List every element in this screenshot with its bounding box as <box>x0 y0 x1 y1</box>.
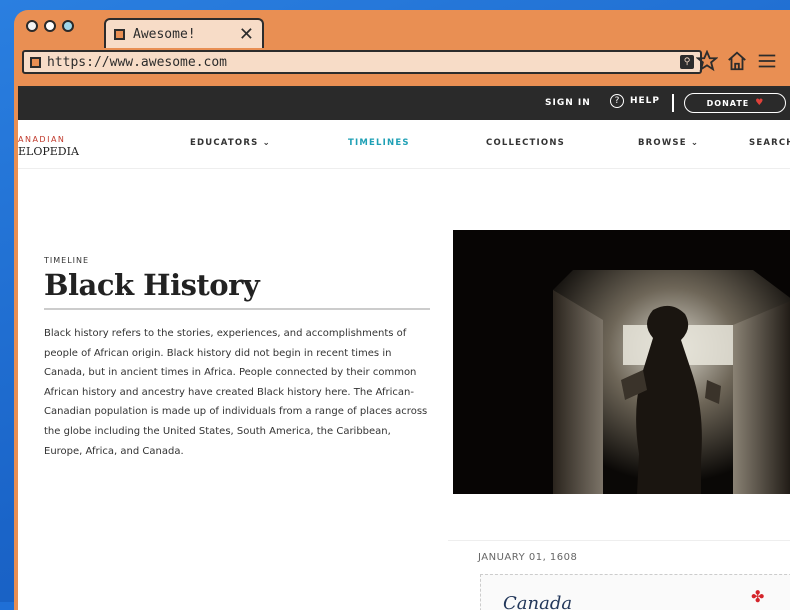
browser-tab[interactable]: Awesome! ✕ <box>104 18 264 48</box>
browser-window: Awesome! ✕ https://www.awesome.com ⚲ SIG… <box>14 10 790 610</box>
maximize-window-button[interactable] <box>62 20 74 32</box>
help-link[interactable]: ? HELP <box>610 94 660 108</box>
help-label: HELP <box>630 96 661 106</box>
tab-close-icon[interactable]: ✕ <box>239 24 254 45</box>
help-icon: ? <box>610 94 624 108</box>
donate-button[interactable]: DONATE ♥ <box>684 93 786 113</box>
sign-in-link[interactable]: SIGN IN <box>545 98 591 108</box>
home-icon[interactable] <box>726 50 748 72</box>
star-icon[interactable] <box>696 50 718 72</box>
window-controls <box>26 20 74 32</box>
url-text[interactable]: https://www.awesome.com <box>47 55 680 70</box>
favicon-icon <box>114 28 125 40</box>
nav-collections[interactable]: COLLECTIONS <box>486 138 565 148</box>
heart-icon: ♥ <box>755 98 764 108</box>
page-title: Black History <box>44 268 260 302</box>
tab-title: Awesome! <box>133 26 196 42</box>
donate-label: DONATE <box>706 98 750 108</box>
address-bar[interactable]: https://www.awesome.com ⚲ <box>22 50 702 74</box>
browser-toolbar <box>696 50 778 72</box>
divider <box>672 94 674 112</box>
nav-browse[interactable]: BROWSE ⌄ <box>638 138 699 148</box>
main-navigation: ANADIAN ELOPEDIA EDUCATORS ⌄ TIMELINES C… <box>18 120 790 169</box>
card-date: JANUARY 01, 1608 <box>478 552 578 563</box>
stamp-image: Canada ✤ <box>480 574 790 610</box>
nav-educators[interactable]: EDUCATORS ⌄ <box>190 138 271 148</box>
minimize-window-button[interactable] <box>44 20 56 32</box>
logo-line-2[interactable]: ELOPEDIA <box>18 145 79 158</box>
search-icon[interactable]: ⚲ <box>680 55 694 69</box>
nav-search[interactable]: SEARCH <box>749 138 790 148</box>
logo-line-1[interactable]: ANADIAN <box>18 135 65 144</box>
page-description: Black history refers to the stories, exp… <box>44 328 428 457</box>
doorway-photo-illustration <box>453 230 790 494</box>
utility-bar: SIGN IN ? HELP DONATE ♥ <box>18 88 790 120</box>
page-viewport: SIGN IN ? HELP DONATE ♥ ANADIAN ELOPEDIA… <box>18 86 790 610</box>
close-window-button[interactable] <box>26 20 38 32</box>
page-icon <box>30 56 41 68</box>
hero-image <box>453 230 790 494</box>
menu-icon[interactable] <box>756 50 778 72</box>
title-divider <box>44 308 430 310</box>
maple-leaf-icon: ✤ <box>751 587 765 606</box>
nav-timelines[interactable]: TIMELINES <box>348 138 410 148</box>
page-eyebrow: TIMELINE <box>44 256 90 265</box>
